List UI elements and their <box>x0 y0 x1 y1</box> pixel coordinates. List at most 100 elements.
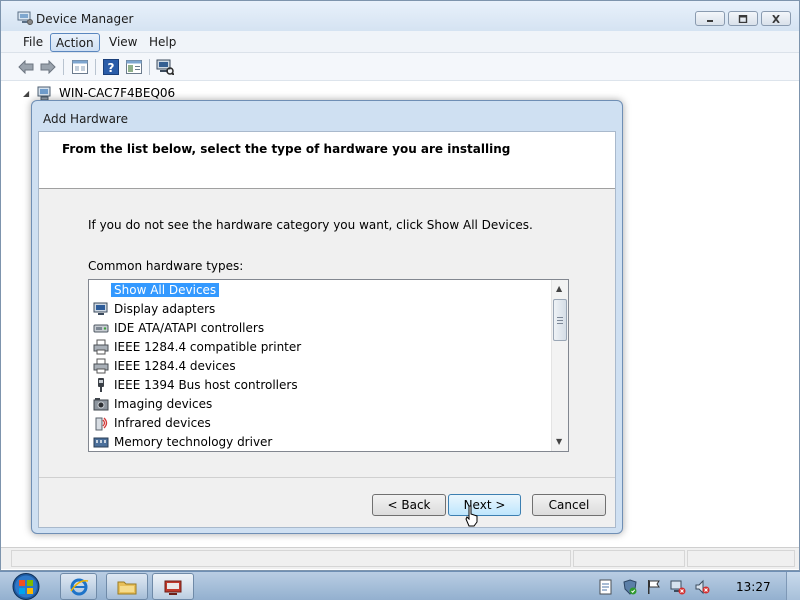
properties-button[interactable] <box>71 58 89 75</box>
list-item-ieee-1284-devices[interactable]: IEEE 1284.4 devices <box>93 357 533 376</box>
minimize-icon <box>707 19 713 22</box>
list-item-label: IEEE 1394 Bus host controllers <box>114 378 298 392</box>
back-button[interactable]: < Back <box>372 494 446 516</box>
list-item-label: Infrared devices <box>114 416 211 430</box>
printer-icon <box>93 358 109 374</box>
list-item-label: Display adapters <box>114 302 216 316</box>
list-item-show-all-devices[interactable]: Show All Devices <box>93 281 533 300</box>
dialog-footer-separator <box>39 477 615 478</box>
list-vertical-scrollbar[interactable]: ▲ ▼ <box>551 280 568 451</box>
dialog-body: From the list below, select the type of … <box>38 131 616 528</box>
infrared-icon <box>95 417 108 431</box>
status-cell <box>687 550 795 567</box>
status-cell <box>573 550 685 567</box>
document-icon[interactable] <box>598 579 614 595</box>
computer-icon <box>37 86 51 101</box>
status-cell <box>11 550 571 567</box>
list-item-label: IEEE 1284.4 compatible printer <box>114 340 302 354</box>
help-icon: ? <box>103 58 119 75</box>
device-manager-icon <box>17 11 33 25</box>
list-item-label: IEEE 1284.4 devices <box>114 359 236 373</box>
list-item-display-adapters[interactable]: Display adapters <box>93 300 533 319</box>
start-button-icon[interactable] <box>8 572 44 600</box>
maximize-button[interactable] <box>728 11 758 26</box>
tree-root-label: WIN-CAC7F4BEQ06 <box>59 86 176 100</box>
dialog-header: From the list below, select the type of … <box>39 132 615 189</box>
menu-action[interactable]: Action <box>50 33 100 52</box>
close-button[interactable] <box>761 11 791 26</box>
back-button[interactable] <box>17 58 35 75</box>
forward-arrow-icon <box>40 59 56 74</box>
menu-help[interactable]: Help <box>144 33 181 52</box>
toolbar-separator <box>63 59 64 75</box>
menu-bar: File Action View Help <box>1 31 799 53</box>
device-manager-taskbar-icon <box>164 580 182 595</box>
scrollbar-grip <box>557 317 563 318</box>
taskbar-windows-explorer[interactable] <box>106 573 148 600</box>
firewire-icon <box>98 378 104 392</box>
taskbar: 13:27 <box>0 571 800 600</box>
dialog-title-bar[interactable]: Add Hardware <box>32 101 622 131</box>
shield-icon[interactable] <box>622 579 638 595</box>
cancel-button[interactable]: Cancel <box>532 494 606 516</box>
maximize-icon <box>738 14 748 23</box>
hardware-type-list[interactable]: Show All Devices Display adapters IDE AT… <box>88 279 569 452</box>
menu-file[interactable]: File <box>18 33 48 52</box>
camera-icon <box>93 398 109 411</box>
list-item-label: Imaging devices <box>114 397 213 411</box>
scrollbar-grip <box>557 320 563 321</box>
back-arrow-icon <box>18 59 34 74</box>
toolbar-separator <box>95 59 96 75</box>
ide-controller-icon <box>93 324 109 333</box>
show-desktop-button[interactable] <box>786 572 800 600</box>
hardware-list-items: Show All Devices Display adapters IDE AT… <box>89 280 551 451</box>
scan-hardware-button[interactable] <box>156 58 174 75</box>
list-item-ieee-1394-controllers[interactable]: IEEE 1394 Bus host controllers <box>93 376 533 395</box>
scrollbar-grip <box>557 323 563 324</box>
scroll-down-icon[interactable]: ▼ <box>556 437 562 446</box>
svg-text:?: ? <box>108 61 115 75</box>
monitor-icon <box>93 302 108 315</box>
menu-view[interactable]: View <box>104 33 142 52</box>
printer-icon <box>93 339 109 355</box>
list-item-infrared-devices[interactable]: Infrared devices <box>93 414 533 433</box>
list-item-label: IDE ATA/ATAPI controllers <box>114 321 265 335</box>
toolbar-separator <box>149 59 150 75</box>
windows-explorer-icon <box>117 581 137 594</box>
system-clock[interactable]: 13:27 <box>736 580 771 594</box>
console-tree-button[interactable] <box>125 58 143 75</box>
tree-expander[interactable]: ◢ <box>23 89 29 98</box>
help-button[interactable]: ? <box>102 58 120 75</box>
flag-icon[interactable] <box>646 579 662 595</box>
network-icon[interactable] <box>670 579 686 595</box>
toolbar: ? <box>1 53 799 81</box>
list-item-label: Show All Devices <box>111 283 220 297</box>
add-hardware-dialog: Add Hardware From the list below, select… <box>31 100 623 534</box>
list-item-ieee-1284-printer[interactable]: IEEE 1284.4 compatible printer <box>93 338 533 357</box>
taskbar-internet-explorer[interactable] <box>60 573 97 600</box>
minimize-button[interactable] <box>695 11 725 26</box>
scrollbar-thumb[interactable] <box>553 299 567 341</box>
volume-muted-icon[interactable] <box>694 579 710 595</box>
forward-button[interactable] <box>39 58 57 75</box>
list-item-imaging-devices[interactable]: Imaging devices <box>93 395 533 414</box>
properties-icon <box>72 59 88 74</box>
list-item-memory-technology-driver[interactable]: Memory technology driver <box>93 433 533 451</box>
list-item-label: Memory technology driver <box>114 435 273 449</box>
list-item-ide-controllers[interactable]: IDE ATA/ATAPI controllers <box>93 319 533 338</box>
scan-hardware-icon <box>156 59 174 75</box>
next-button[interactable]: Next > <box>448 494 521 516</box>
internet-explorer-icon <box>69 578 88 595</box>
mouse-cursor-icon <box>465 505 478 527</box>
dialog-instruction: If you do not see the hardware category … <box>88 218 533 232</box>
scroll-up-icon[interactable]: ▲ <box>556 284 562 293</box>
taskbar-device-manager[interactable] <box>152 573 194 600</box>
title-bar[interactable]: Device Manager <box>1 1 799 31</box>
hardware-list-label: Common hardware types: <box>88 259 244 273</box>
dialog-header-text: From the list below, select the type of … <box>62 142 511 156</box>
status-bar <box>1 547 799 569</box>
window-controls <box>692 11 791 26</box>
window-title: Device Manager <box>36 12 134 26</box>
close-icon <box>772 14 780 23</box>
console-tree-icon <box>126 59 142 74</box>
